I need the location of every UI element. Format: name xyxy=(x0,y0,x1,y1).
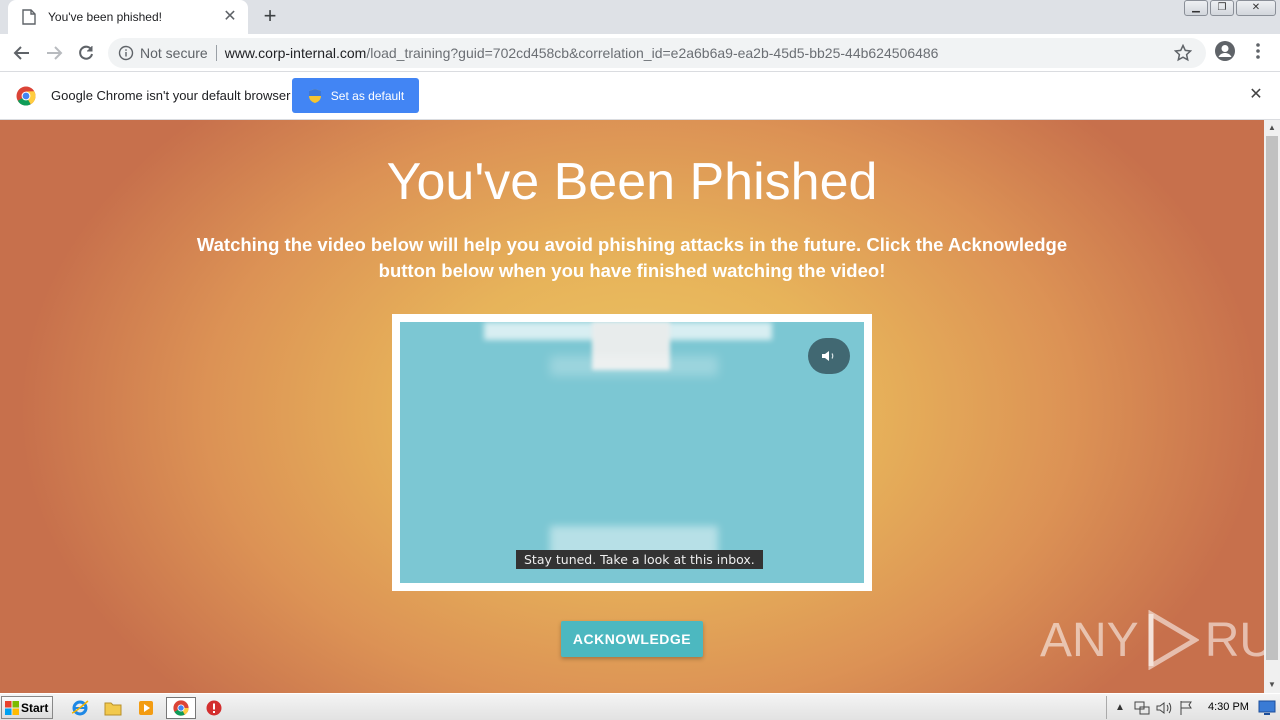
folder-icon xyxy=(104,702,122,716)
training-video[interactable]: Stay tuned. Take a look at this inbox. xyxy=(400,322,864,583)
taskbar-media-player[interactable] xyxy=(134,697,158,719)
tab-strip: You've been phished! ✕ + ▁ ❐ ✕ xyxy=(0,0,1280,34)
page-title: You've Been Phished xyxy=(386,153,878,211)
infobar-message: Google Chrome isn't your default browser xyxy=(51,88,291,103)
windows-taskbar: Start ▲ 4:30 PM xyxy=(0,693,1280,720)
tab-title: You've been phished! xyxy=(48,10,162,24)
media-player-icon xyxy=(139,701,153,715)
forward-arrow-icon xyxy=(47,46,63,60)
watermark-right-text: RUN xyxy=(1204,613,1264,667)
taskbar-ie[interactable] xyxy=(68,697,92,719)
minimize-button[interactable]: ▁ xyxy=(1184,0,1208,16)
volume-icon[interactable] xyxy=(1155,699,1173,717)
scroll-down-arrow-icon[interactable]: ▼ xyxy=(1264,677,1280,693)
infobar-close-icon[interactable]: ✕ xyxy=(1248,87,1264,103)
document-icon xyxy=(22,9,36,25)
set-as-default-button[interactable]: Set as default xyxy=(292,78,419,113)
address-separator xyxy=(215,45,217,61)
scroll-thumb[interactable] xyxy=(1266,136,1278,660)
window-controls: ▁ ❐ ✕ xyxy=(1182,0,1276,18)
back-button[interactable] xyxy=(10,41,34,65)
default-browser-infobar: Google Chrome isn't your default browser… xyxy=(0,72,1280,120)
chrome-icon xyxy=(173,700,189,716)
page-scrollbar[interactable]: ▲ ▼ xyxy=(1264,120,1280,693)
page-content: You've Been Phished Watching the video b… xyxy=(0,120,1264,693)
page-instructions: Watching the video below will help you a… xyxy=(196,234,1068,281)
close-window-button[interactable]: ✕ xyxy=(1236,0,1276,16)
address-bar[interactable]: Not secure www.corp-internal.com /load_t… xyxy=(108,38,1206,68)
chrome-logo-icon xyxy=(16,86,36,106)
tab-close-icon[interactable]: ✕ xyxy=(222,9,238,25)
back-arrow-icon xyxy=(13,46,29,60)
info-icon xyxy=(118,45,134,61)
network-icon[interactable] xyxy=(1133,699,1151,717)
bookmark-star-icon[interactable] xyxy=(1174,44,1192,62)
watermark-left-text: ANY xyxy=(1040,613,1139,667)
taskbar-clock[interactable]: 4:30 PM xyxy=(1208,701,1249,713)
url-host: www.corp-internal.com xyxy=(224,45,367,61)
video-frame: Stay tuned. Take a look at this inbox. xyxy=(392,314,872,591)
set-as-default-label: Set as default xyxy=(330,88,405,103)
new-tab-button[interactable]: + xyxy=(258,5,282,29)
security-label: Not secure xyxy=(140,45,208,61)
account-icon[interactable] xyxy=(1214,40,1236,62)
browser-toolbar: Not secure www.corp-internal.com /load_t… xyxy=(0,34,1280,72)
browser-tab[interactable]: You've been phished! ✕ xyxy=(8,0,248,34)
start-label: Start xyxy=(21,700,49,715)
taskbar-chrome[interactable] xyxy=(166,697,196,719)
video-blur-shape xyxy=(550,356,718,376)
reload-button[interactable] xyxy=(74,41,98,65)
menu-kebab-icon[interactable] xyxy=(1250,40,1266,62)
video-caption: Stay tuned. Take a look at this inbox. xyxy=(516,550,763,569)
mute-toggle-button[interactable] xyxy=(808,338,850,374)
action-center-flag-icon[interactable] xyxy=(1177,699,1195,717)
tray-expand-icon[interactable]: ▲ xyxy=(1111,699,1129,717)
url-path: /load_training?guid=702cd458cb&correlati… xyxy=(366,45,939,61)
acknowledge-button[interactable]: ACKNOWLEDGE xyxy=(561,621,703,657)
system-tray: ▲ xyxy=(1106,696,1280,719)
windows-flag-icon xyxy=(5,700,19,715)
show-desktop-icon[interactable] xyxy=(1258,698,1276,716)
anyrun-watermark: ANY RUN xyxy=(1040,608,1264,672)
start-button[interactable]: Start xyxy=(1,696,53,719)
reload-icon xyxy=(79,45,93,60)
play-logo-icon xyxy=(1148,610,1199,670)
taskbar-stop-app[interactable] xyxy=(202,697,226,719)
speaker-icon xyxy=(822,351,834,361)
internet-explorer-icon xyxy=(71,700,89,716)
red-stop-icon xyxy=(206,700,222,716)
taskbar-explorer[interactable] xyxy=(101,697,125,719)
scroll-up-arrow-icon[interactable]: ▲ xyxy=(1264,120,1280,136)
restore-button[interactable]: ❐ xyxy=(1210,0,1234,16)
forward-button[interactable] xyxy=(42,41,66,65)
uac-shield-icon xyxy=(308,88,321,103)
